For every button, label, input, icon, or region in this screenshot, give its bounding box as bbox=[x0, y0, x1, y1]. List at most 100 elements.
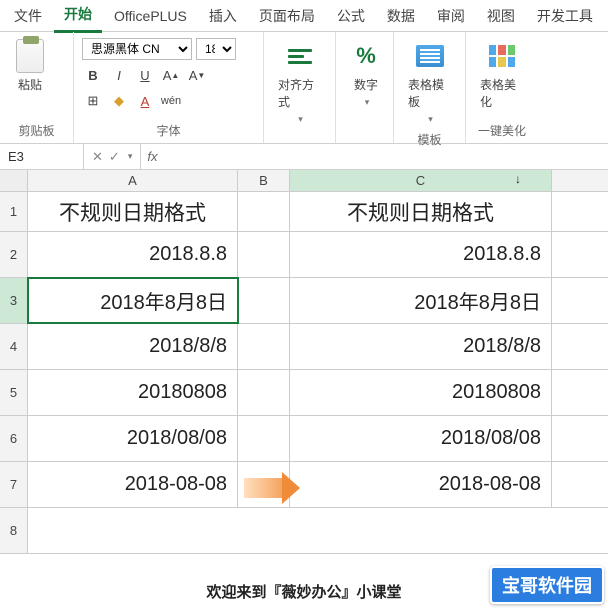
arrow-down-icon: ↓ bbox=[515, 172, 521, 186]
tab-layout[interactable]: 页面布局 bbox=[249, 0, 325, 32]
font-color-button[interactable]: A bbox=[134, 90, 156, 112]
cell[interactable] bbox=[28, 508, 238, 553]
formula-confirm-icon[interactable]: ✓ bbox=[109, 149, 120, 165]
table-row: 4 2018/8/8 2018/8/8 bbox=[0, 324, 608, 370]
cell[interactable]: 2018-08-08 bbox=[28, 462, 238, 507]
cell[interactable]: 2018/8/8 bbox=[290, 324, 552, 369]
tab-officeplus[interactable]: OfficePLUS bbox=[104, 2, 197, 30]
group-number: % 数字▾ bbox=[336, 32, 394, 143]
grow-font-button[interactable]: A▲ bbox=[160, 64, 182, 86]
table-row: 3 2018年8月8日 2018年8月8日 bbox=[0, 278, 608, 324]
cell[interactable]: 2018.8.8 bbox=[290, 232, 552, 277]
table-beautify-button[interactable]: 表格美化 bbox=[472, 36, 532, 114]
tab-devtools[interactable]: 开发工具 bbox=[527, 0, 603, 32]
chevron-down-icon[interactable]: ▾ bbox=[128, 151, 133, 162]
arrow-right-icon bbox=[244, 472, 300, 504]
table-template-button[interactable]: 表格模板 ▾ bbox=[400, 36, 459, 129]
tab-home[interactable]: 开始 bbox=[54, 0, 102, 33]
table-row: 7 2018-08-08 2018-08-08 bbox=[0, 462, 608, 508]
select-all-corner[interactable] bbox=[0, 170, 28, 191]
group-label-beautify: 一键美化 bbox=[472, 120, 532, 141]
cell[interactable]: 2018.8.8 bbox=[28, 232, 238, 277]
bold-button[interactable]: B bbox=[82, 64, 104, 86]
cell[interactable]: 2018/8/8 bbox=[28, 324, 238, 369]
cell[interactable]: 2018/08/08 bbox=[28, 416, 238, 461]
cell[interactable]: 20180808 bbox=[290, 370, 552, 415]
row-header[interactable]: 3 bbox=[0, 278, 28, 323]
col-header-a[interactable]: A bbox=[28, 170, 238, 191]
table-row: 5 20180808 20180808 bbox=[0, 370, 608, 416]
chevron-down-icon: ▾ bbox=[428, 114, 433, 125]
row-header[interactable]: 6 bbox=[0, 416, 28, 461]
cell[interactable]: 不规则日期格式 bbox=[28, 192, 238, 231]
paste-label: 粘贴 bbox=[18, 76, 42, 93]
cell[interactable] bbox=[238, 192, 290, 231]
worksheet: A B C↓ 1 不规则日期格式 不规则日期格式 2 2018.8.8 2018… bbox=[0, 170, 608, 554]
group-clipboard: 粘贴 剪贴板 bbox=[0, 32, 74, 143]
tab-file[interactable]: 文件 bbox=[4, 0, 52, 32]
tab-view[interactable]: 视图 bbox=[477, 0, 525, 32]
row-header[interactable]: 2 bbox=[0, 232, 28, 277]
group-label-font: 字体 bbox=[80, 120, 257, 141]
tab-review[interactable]: 审阅 bbox=[427, 0, 475, 32]
template-icon bbox=[414, 40, 446, 72]
row-header[interactable]: 5 bbox=[0, 370, 28, 415]
row-header[interactable]: 1 bbox=[0, 192, 28, 231]
cell[interactable]: 2018年8月8日 bbox=[290, 278, 552, 323]
formula-cancel-icon[interactable]: ✕ bbox=[92, 149, 103, 165]
beautify-icon bbox=[486, 40, 518, 72]
underline-button[interactable]: U bbox=[134, 64, 156, 86]
name-box[interactable]: E3 bbox=[0, 144, 84, 169]
cell[interactable]: 不规则日期格式 bbox=[290, 192, 552, 231]
number-format-button[interactable]: % 数字▾ bbox=[342, 36, 390, 112]
row-header[interactable]: 4 bbox=[0, 324, 28, 369]
group-label-template: 模板 bbox=[400, 129, 459, 150]
cell[interactable] bbox=[238, 232, 290, 277]
chevron-down-icon: ▾ bbox=[298, 114, 303, 125]
paste-button[interactable]: 粘贴 bbox=[6, 36, 54, 97]
ribbon-tabs: 文件 开始 OfficePLUS 插入 页面布局 公式 数据 审阅 视图 开发工… bbox=[0, 0, 608, 32]
beautify-label: 表格美化 bbox=[480, 76, 524, 110]
cell[interactable] bbox=[290, 508, 552, 553]
table-row: 2 2018.8.8 2018.8.8 bbox=[0, 232, 608, 278]
group-font: 思源黑体 CN 18 B I U A▲ A▼ ⊞ ◆ A wén 字体 bbox=[74, 32, 264, 143]
align-label: 对齐方式 bbox=[278, 76, 321, 110]
align-icon bbox=[284, 40, 316, 72]
phonetic-button[interactable]: wén bbox=[160, 90, 182, 112]
tab-insert[interactable]: 插入 bbox=[199, 0, 247, 32]
ribbon: 粘贴 剪贴板 思源黑体 CN 18 B I U A▲ A▼ ⊞ bbox=[0, 32, 608, 144]
border-button[interactable]: ⊞ bbox=[82, 90, 104, 112]
cell[interactable]: 2018/08/08 bbox=[290, 416, 552, 461]
cell-selected[interactable]: 2018年8月8日 bbox=[28, 278, 238, 323]
col-header-b[interactable]: B bbox=[238, 170, 290, 191]
number-label: 数字 bbox=[354, 76, 378, 93]
font-size-select[interactable]: 18 bbox=[196, 38, 236, 60]
template-label: 表格模板 bbox=[408, 76, 451, 110]
cell[interactable] bbox=[238, 278, 290, 323]
col-header-c[interactable]: C↓ bbox=[290, 170, 552, 191]
table-row: 8 bbox=[0, 508, 608, 554]
watermark-badge: 宝哥软件园 bbox=[490, 566, 604, 604]
cell[interactable]: 20180808 bbox=[28, 370, 238, 415]
column-headers: A B C↓ bbox=[0, 170, 608, 192]
cell[interactable] bbox=[238, 508, 290, 553]
font-name-select[interactable]: 思源黑体 CN bbox=[82, 38, 192, 60]
group-beautify: 表格美化 一键美化 bbox=[466, 32, 538, 143]
shrink-font-button[interactable]: A▼ bbox=[186, 64, 208, 86]
row-header[interactable]: 8 bbox=[0, 508, 28, 553]
table-row: 1 不规则日期格式 不规则日期格式 bbox=[0, 192, 608, 232]
row-header[interactable]: 7 bbox=[0, 462, 28, 507]
cell[interactable]: 2018-08-08 bbox=[290, 462, 552, 507]
fill-color-button[interactable]: ◆ bbox=[108, 90, 130, 112]
italic-button[interactable]: I bbox=[108, 64, 130, 86]
group-template: 表格模板▾ 模板 bbox=[394, 32, 466, 143]
fx-label[interactable]: fx bbox=[141, 149, 163, 164]
cell[interactable] bbox=[238, 324, 290, 369]
name-box-bar: E3 ✕ ✓ ▾ fx bbox=[0, 144, 608, 170]
align-button[interactable]: 对齐方式 ▾ bbox=[270, 36, 329, 129]
tab-formula[interactable]: 公式 bbox=[327, 0, 375, 32]
cell[interactable] bbox=[238, 416, 290, 461]
cell[interactable] bbox=[238, 370, 290, 415]
tab-data[interactable]: 数据 bbox=[377, 0, 425, 32]
group-align: 对齐方式 ▾ bbox=[264, 32, 336, 143]
